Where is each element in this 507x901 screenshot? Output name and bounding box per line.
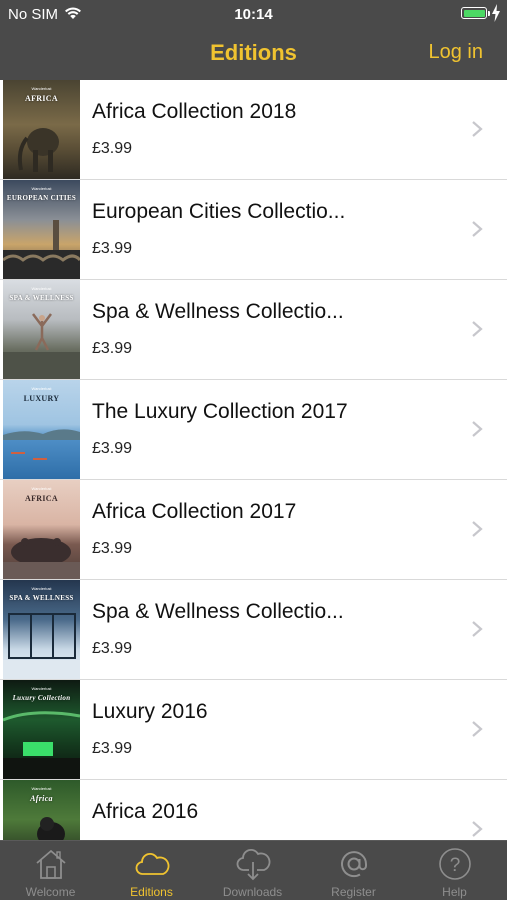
edition-price: £3.99 — [92, 640, 133, 657]
tab-label: Editions — [130, 885, 173, 899]
edition-price: £3.99 — [92, 740, 133, 757]
tab-help[interactable]: ? Help — [404, 841, 505, 901]
navigation-bar: Editions Log in — [0, 28, 507, 80]
edition-cover: Wanderlust LUXURY — [3, 380, 80, 479]
edition-title: Spa & Wellness Collectio... — [92, 300, 344, 323]
tab-downloads[interactable]: Downloads — [202, 841, 303, 901]
battery-icon — [461, 7, 487, 19]
edition-price: £3.99 — [92, 440, 133, 457]
cover-masthead: Wanderlust — [31, 586, 52, 591]
chevron-right-icon — [472, 421, 483, 437]
edition-cover: Wanderlust Africa — [3, 780, 80, 840]
cover-title: LUXURY — [23, 394, 60, 403]
login-button[interactable]: Log in — [429, 41, 484, 64]
cover-masthead: Wanderlust — [31, 686, 52, 691]
cover-title: SPA & WELLNESS — [9, 294, 74, 302]
cover-title: EUROPEAN CITIES — [6, 194, 77, 202]
cover-masthead: Wanderlust — [31, 86, 52, 91]
edition-row[interactable]: Wanderlust EUROPEAN CITIES European Citi… — [0, 180, 507, 280]
tab-editions[interactable]: Editions — [101, 841, 202, 901]
cover-title: Luxury Collection — [12, 694, 71, 702]
editions-list[interactable]: Wanderlust AFRICA Africa Collection 2018… — [0, 80, 507, 840]
edition-price: £3.99 — [92, 240, 133, 257]
tab-register[interactable]: Register — [303, 841, 404, 901]
edition-row[interactable]: Wanderlust Africa Africa 2016 — [0, 780, 507, 840]
edition-cover: Wanderlust AFRICA — [3, 480, 80, 579]
tab-label: Register — [331, 885, 376, 899]
edition-title: Africa Collection 2018 — [92, 100, 297, 123]
edition-title: European Cities Collectio... — [92, 200, 346, 223]
edition-title: The Luxury Collection 2017 — [92, 400, 348, 423]
cover-title: AFRICA — [25, 94, 58, 103]
edition-cover: Wanderlust EUROPEAN CITIES — [3, 180, 80, 279]
cover-masthead: Wanderlust — [31, 286, 52, 291]
svg-text:?: ? — [450, 855, 461, 876]
cloud-download-icon — [236, 848, 271, 881]
battery-tip — [488, 11, 490, 16]
chevron-right-icon — [472, 621, 483, 637]
tab-label: Help — [442, 885, 467, 899]
edition-cover: Wanderlust SPA & WELLNESS — [3, 280, 80, 379]
tab-label: Downloads — [222, 885, 283, 899]
chevron-right-icon — [472, 521, 483, 537]
edition-price: £3.99 — [92, 140, 133, 157]
cover-masthead: Wanderlust — [31, 186, 52, 191]
status-bar: No SIM 10:14 — [0, 0, 507, 28]
edition-price: £3.99 — [92, 540, 133, 557]
tab-bar: Welcome Editions Downloads Register ? He… — [0, 840, 507, 900]
tab-welcome[interactable]: Welcome — [0, 841, 101, 901]
edition-title: Luxury 2016 — [92, 700, 208, 723]
help-circle-icon: ? — [439, 848, 471, 880]
chevron-right-icon — [472, 321, 483, 337]
cover-masthead: Wanderlust — [31, 486, 52, 491]
tab-label: Welcome — [25, 885, 76, 899]
edition-price: £3.99 — [92, 340, 133, 357]
edition-row[interactable]: Wanderlust LUXURY The Luxury Collection … — [0, 380, 507, 480]
chevron-right-icon — [472, 721, 483, 737]
edition-cover: Wanderlust Luxury Collection — [3, 680, 80, 779]
edition-cover: Wanderlust SPA & WELLNESS — [3, 580, 80, 679]
edition-row[interactable]: Wanderlust AFRICA Africa Collection 2017… — [0, 480, 507, 580]
chevron-right-icon — [472, 221, 483, 237]
cover-title: SPA & WELLNESS — [9, 594, 74, 602]
edition-row[interactable]: Wanderlust AFRICA Africa Collection 2018… — [0, 80, 507, 180]
edition-row[interactable]: Wanderlust Luxury Collection Luxury 2016… — [0, 680, 507, 780]
cover-title: Africa — [30, 794, 53, 803]
edition-row[interactable]: Wanderlust SPA & WELLNESS Spa & Wellness… — [0, 580, 507, 680]
edition-cover: Wanderlust AFRICA — [3, 80, 80, 179]
edition-title: Africa Collection 2017 — [92, 500, 297, 523]
chevron-right-icon — [472, 821, 483, 837]
cloud-icon — [135, 852, 170, 875]
cover-title: AFRICA — [25, 494, 58, 503]
cover-masthead: Wanderlust — [31, 386, 52, 391]
at-sign-icon — [341, 851, 367, 878]
charging-icon — [492, 4, 500, 22]
edition-title: Spa & Wellness Collectio... — [92, 600, 344, 623]
chevron-right-icon — [472, 121, 483, 137]
edition-title: Africa 2016 — [92, 800, 199, 823]
cover-masthead: Wanderlust — [31, 786, 52, 791]
house-icon — [36, 849, 66, 879]
clock: 10:14 — [234, 6, 273, 23]
edition-row[interactable]: Wanderlust SPA & WELLNESS Spa & Wellness… — [0, 280, 507, 380]
